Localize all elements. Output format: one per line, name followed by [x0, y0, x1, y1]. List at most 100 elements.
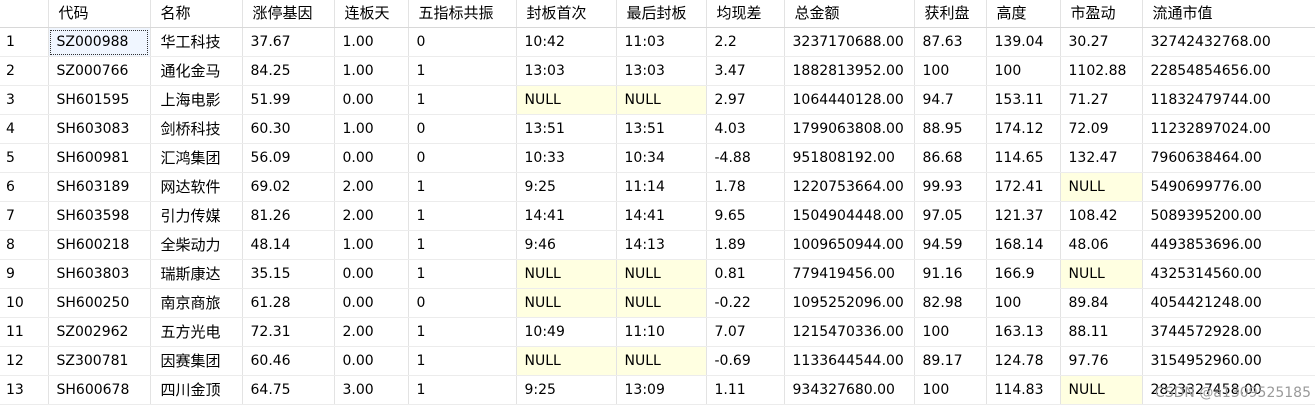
table-cell[interactable]: -0.69 [706, 346, 785, 376]
table-cell[interactable]: 1 [408, 201, 517, 231]
table-cell[interactable]: 1064440128.00 [784, 85, 915, 115]
table-cell[interactable]: 100 [914, 56, 987, 86]
table-row[interactable]: 10 SH600250 南京商旅 61.28 0.00 0 NULL NULL -0.22 109… [0, 288, 1315, 318]
table-cell[interactable]: 引力传媒 [150, 201, 243, 231]
table-cell[interactable]: 1 [408, 85, 517, 115]
table-cell[interactable]: NULL [616, 288, 707, 318]
table-cell[interactable]: 1 [408, 346, 517, 376]
table-cell[interactable]: 南京商旅 [150, 288, 243, 318]
row-number[interactable]: 10 [0, 288, 49, 318]
table-cell[interactable]: 1.00 [334, 27, 409, 57]
table-cell[interactable]: 61.28 [242, 288, 335, 318]
table-cell[interactable]: SH603083 [48, 114, 151, 144]
table-cell[interactable]: 89.84 [1060, 288, 1143, 318]
table-row[interactable]: 9 SH603803 瑞斯康达 35.15 0.00 1 NULL NULL 0.81 77941… [0, 259, 1315, 289]
table-cell[interactable]: 100 [914, 375, 987, 405]
table-cell[interactable]: 2.97 [706, 85, 785, 115]
table-cell[interactable]: 11832479744.00 [1142, 85, 1315, 115]
table-cell[interactable]: NULL [516, 85, 617, 115]
table-cell[interactable]: 0 [408, 27, 517, 57]
column-header[interactable]: 总金额 [784, 0, 915, 28]
table-cell[interactable]: 48.14 [242, 230, 335, 260]
table-cell[interactable]: 84.25 [242, 56, 335, 86]
table-cell[interactable]: NULL [516, 259, 617, 289]
table-cell[interactable]: 100 [914, 317, 987, 347]
table-cell[interactable]: 全柴动力 [150, 230, 243, 260]
table-cell[interactable]: 951808192.00 [784, 143, 915, 173]
table-cell[interactable]: 7.07 [706, 317, 785, 347]
table-cell[interactable]: 2.2 [706, 27, 785, 57]
table-cell[interactable]: 60.46 [242, 346, 335, 376]
table-cell[interactable]: 1.00 [334, 114, 409, 144]
table-cell[interactable]: 60.30 [242, 114, 335, 144]
table-cell[interactable]: 1.78 [706, 172, 785, 202]
table-cell[interactable]: 3.47 [706, 56, 785, 86]
table-cell[interactable]: 153.11 [986, 85, 1061, 115]
table-cell[interactable]: 11232897024.00 [1142, 114, 1315, 144]
row-number[interactable]: 1 [0, 27, 49, 57]
table-cell[interactable]: 剑桥科技 [150, 114, 243, 144]
table-cell[interactable]: 2.00 [334, 201, 409, 231]
table-row[interactable]: 13 SH600678 四川金顶 64.75 3.00 1 9:25 13:09 1.11 934… [0, 375, 1315, 405]
table-cell[interactable]: 1.00 [334, 230, 409, 260]
table-cell[interactable]: 1 [408, 230, 517, 260]
table-cell[interactable]: 114.83 [986, 375, 1061, 405]
table-cell[interactable]: 91.16 [914, 259, 987, 289]
table-cell[interactable]: -0.22 [706, 288, 785, 318]
table-cell[interactable]: 0.00 [334, 259, 409, 289]
table-cell[interactable]: 10:42 [516, 27, 617, 57]
table-cell[interactable]: 1095252096.00 [784, 288, 915, 318]
column-header[interactable]: 流通市值 [1142, 0, 1315, 28]
table-cell[interactable]: NULL [1060, 172, 1143, 202]
row-number[interactable]: 7 [0, 201, 49, 231]
table-cell[interactable]: 9.65 [706, 201, 785, 231]
table-cell[interactable]: 1220753664.00 [784, 172, 915, 202]
table-cell[interactable]: 71.27 [1060, 85, 1143, 115]
table-row[interactable]: 8 SH600218 全柴动力 48.14 1.00 1 9:46 14:13 1.89 1009… [0, 230, 1315, 260]
table-row[interactable]: 11 SZ002962 五方光电 72.31 2.00 1 10:49 11:10 7.07 12… [0, 317, 1315, 347]
table-cell[interactable]: 2.00 [334, 317, 409, 347]
table-cell[interactable]: 4054421248.00 [1142, 288, 1315, 318]
table-cell[interactable]: 9:25 [516, 172, 617, 202]
table-cell[interactable]: 108.42 [1060, 201, 1143, 231]
column-header[interactable]: 高度 [986, 0, 1061, 28]
table-cell[interactable]: 网达软件 [150, 172, 243, 202]
table-cell[interactable]: 13:03 [516, 56, 617, 86]
table-cell[interactable]: 22854854656.00 [1142, 56, 1315, 86]
table-row[interactable]: 7 SH603598 引力传媒 81.26 2.00 1 14:41 14:41 9.65 150… [0, 201, 1315, 231]
table-cell[interactable]: 9:46 [516, 230, 617, 260]
table-cell[interactable]: 1 [408, 375, 517, 405]
row-number[interactable]: 11 [0, 317, 49, 347]
table-cell[interactable]: 0.00 [334, 85, 409, 115]
table-cell[interactable]: 86.68 [914, 143, 987, 173]
table-row[interactable]: 6 SH603189 网达软件 69.02 2.00 1 9:25 11:14 1.78 1220… [0, 172, 1315, 202]
table-row[interactable]: 1 SZ000988 华工科技 37.67 1.00 0 10:42 11:03 2.2 3237… [0, 27, 1315, 57]
table-cell[interactable]: 0.00 [334, 143, 409, 173]
table-cell[interactable]: NULL [1060, 375, 1143, 405]
table-cell[interactable]: 4325314560.00 [1142, 259, 1315, 289]
table-cell[interactable]: 14:41 [616, 201, 707, 231]
column-header[interactable]: 最后封板 [616, 0, 707, 28]
table-cell[interactable]: 0.81 [706, 259, 785, 289]
table-cell[interactable]: 汇鸿集团 [150, 143, 243, 173]
table-cell[interactable]: 82.98 [914, 288, 987, 318]
table-cell[interactable]: 35.15 [242, 259, 335, 289]
table-cell[interactable]: 72.09 [1060, 114, 1143, 144]
column-header[interactable]: 代码 [48, 0, 151, 28]
table-cell[interactable]: 10:34 [616, 143, 707, 173]
table-row[interactable]: 5 SH600981 汇鸿集团 56.09 0.00 0 10:33 10:34 -4.88 95… [0, 143, 1315, 173]
table-cell[interactable]: SH603803 [48, 259, 151, 289]
table-cell[interactable]: 3744572928.00 [1142, 317, 1315, 347]
table-row[interactable]: 12 SZ300781 因赛集团 60.46 0.00 1 NULL NULL -0.69 113… [0, 346, 1315, 376]
table-cell[interactable]: 0 [408, 114, 517, 144]
table-cell[interactable]: 72.31 [242, 317, 335, 347]
column-header[interactable]: 涨停基因 [242, 0, 335, 28]
table-cell[interactable]: SH600678 [48, 375, 151, 405]
table-cell[interactable]: 88.95 [914, 114, 987, 144]
table-cell[interactable]: 1.11 [706, 375, 785, 405]
table-cell[interactable]: 5089395200.00 [1142, 201, 1315, 231]
table-cell[interactable]: 1882813952.00 [784, 56, 915, 86]
table-cell[interactable]: 1.89 [706, 230, 785, 260]
table-cell[interactable]: 14:41 [516, 201, 617, 231]
row-number[interactable]: 6 [0, 172, 49, 202]
